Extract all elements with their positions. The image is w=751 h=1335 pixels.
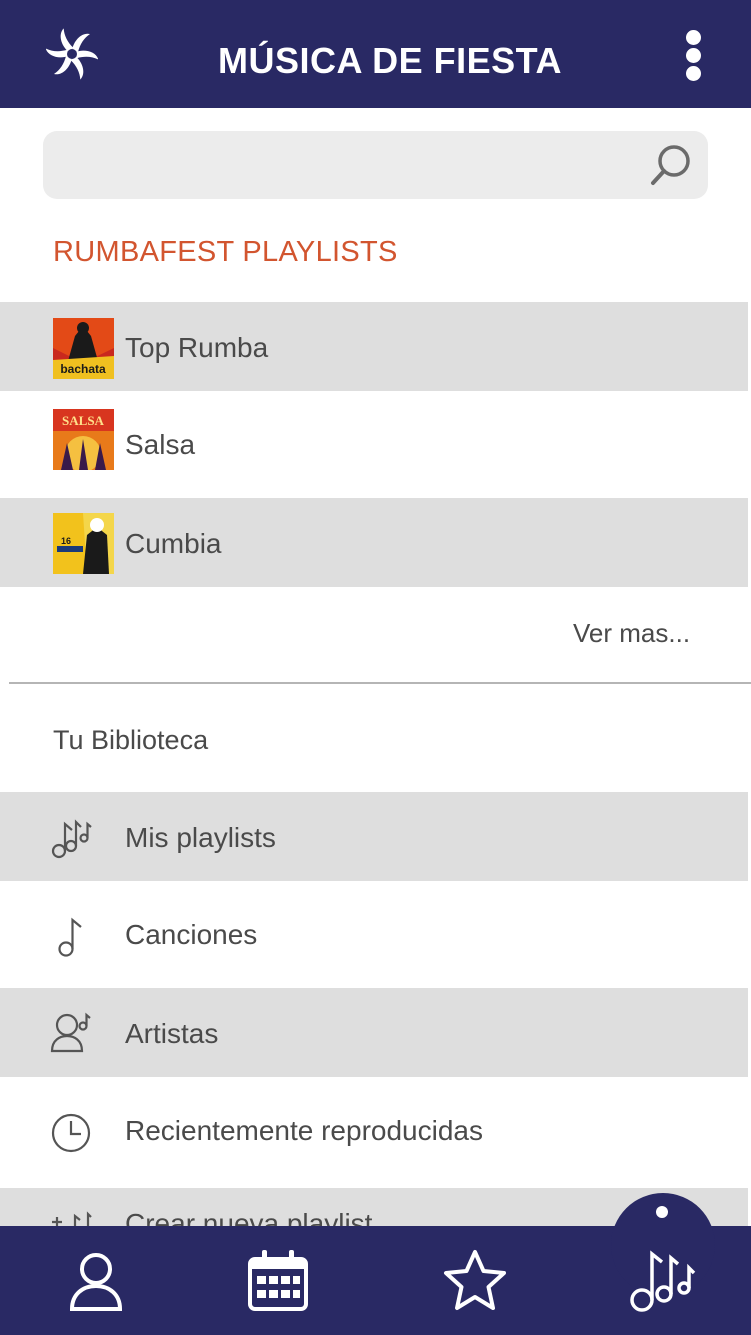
cover-text: 16 bbox=[61, 536, 71, 546]
playlist-item-cumbia[interactable]: 16 Cumbia bbox=[0, 498, 748, 587]
profile-icon[interactable] bbox=[63, 1248, 129, 1314]
playlist-cover: SALSA bbox=[53, 409, 114, 470]
library-item-label: Mis playlists bbox=[125, 822, 276, 853]
library-item-canciones[interactable]: Canciones bbox=[0, 881, 748, 988]
playlist-item-top-rumba[interactable]: bachata Top Rumba bbox=[0, 302, 748, 391]
library-item-label: Canciones bbox=[125, 919, 258, 950]
library-item-artistas[interactable]: Artistas bbox=[0, 988, 748, 1077]
page-title: MÚSICA DE FIESTA bbox=[217, 40, 562, 81]
music-notes-icon bbox=[51, 819, 92, 859]
playlist-label: Top Rumba bbox=[125, 332, 269, 363]
divider bbox=[9, 682, 751, 684]
search-icon[interactable] bbox=[648, 143, 694, 189]
library-heading: Tu Biblioteca bbox=[53, 725, 209, 755]
cover-text: bachata bbox=[60, 362, 106, 376]
app-header: MÚSICA DE FIESTA bbox=[0, 0, 751, 108]
more-vertical-icon[interactable] bbox=[678, 28, 710, 84]
clock-icon bbox=[51, 1113, 91, 1153]
music-library-icon[interactable] bbox=[628, 1246, 698, 1316]
library-item-label: Recientemente reproducidas bbox=[125, 1115, 483, 1146]
playlist-label: Cumbia bbox=[125, 528, 222, 559]
music-note-icon bbox=[58, 917, 82, 957]
playlist-cover: bachata bbox=[53, 318, 114, 379]
playlist-cover: 16 bbox=[53, 513, 114, 574]
cover-text: SALSA bbox=[62, 413, 105, 428]
playlist-item-salsa[interactable]: SALSA Salsa bbox=[0, 391, 748, 498]
search-input[interactable] bbox=[43, 131, 708, 199]
star-icon[interactable] bbox=[442, 1248, 508, 1314]
library-item-label: Artistas bbox=[125, 1018, 219, 1049]
see-more-link[interactable]: Ver mas... bbox=[573, 618, 690, 649]
calendar-icon[interactable] bbox=[245, 1248, 311, 1314]
library-item-recientes[interactable]: Recientemente reproducidas bbox=[0, 1077, 748, 1188]
library-item-mis-playlists[interactable]: Mis playlists bbox=[0, 792, 748, 881]
playlist-label: Salsa bbox=[125, 429, 196, 460]
playlists-heading: RUMBAFEST PLAYLISTS bbox=[53, 236, 398, 268]
artist-icon bbox=[50, 1012, 91, 1053]
